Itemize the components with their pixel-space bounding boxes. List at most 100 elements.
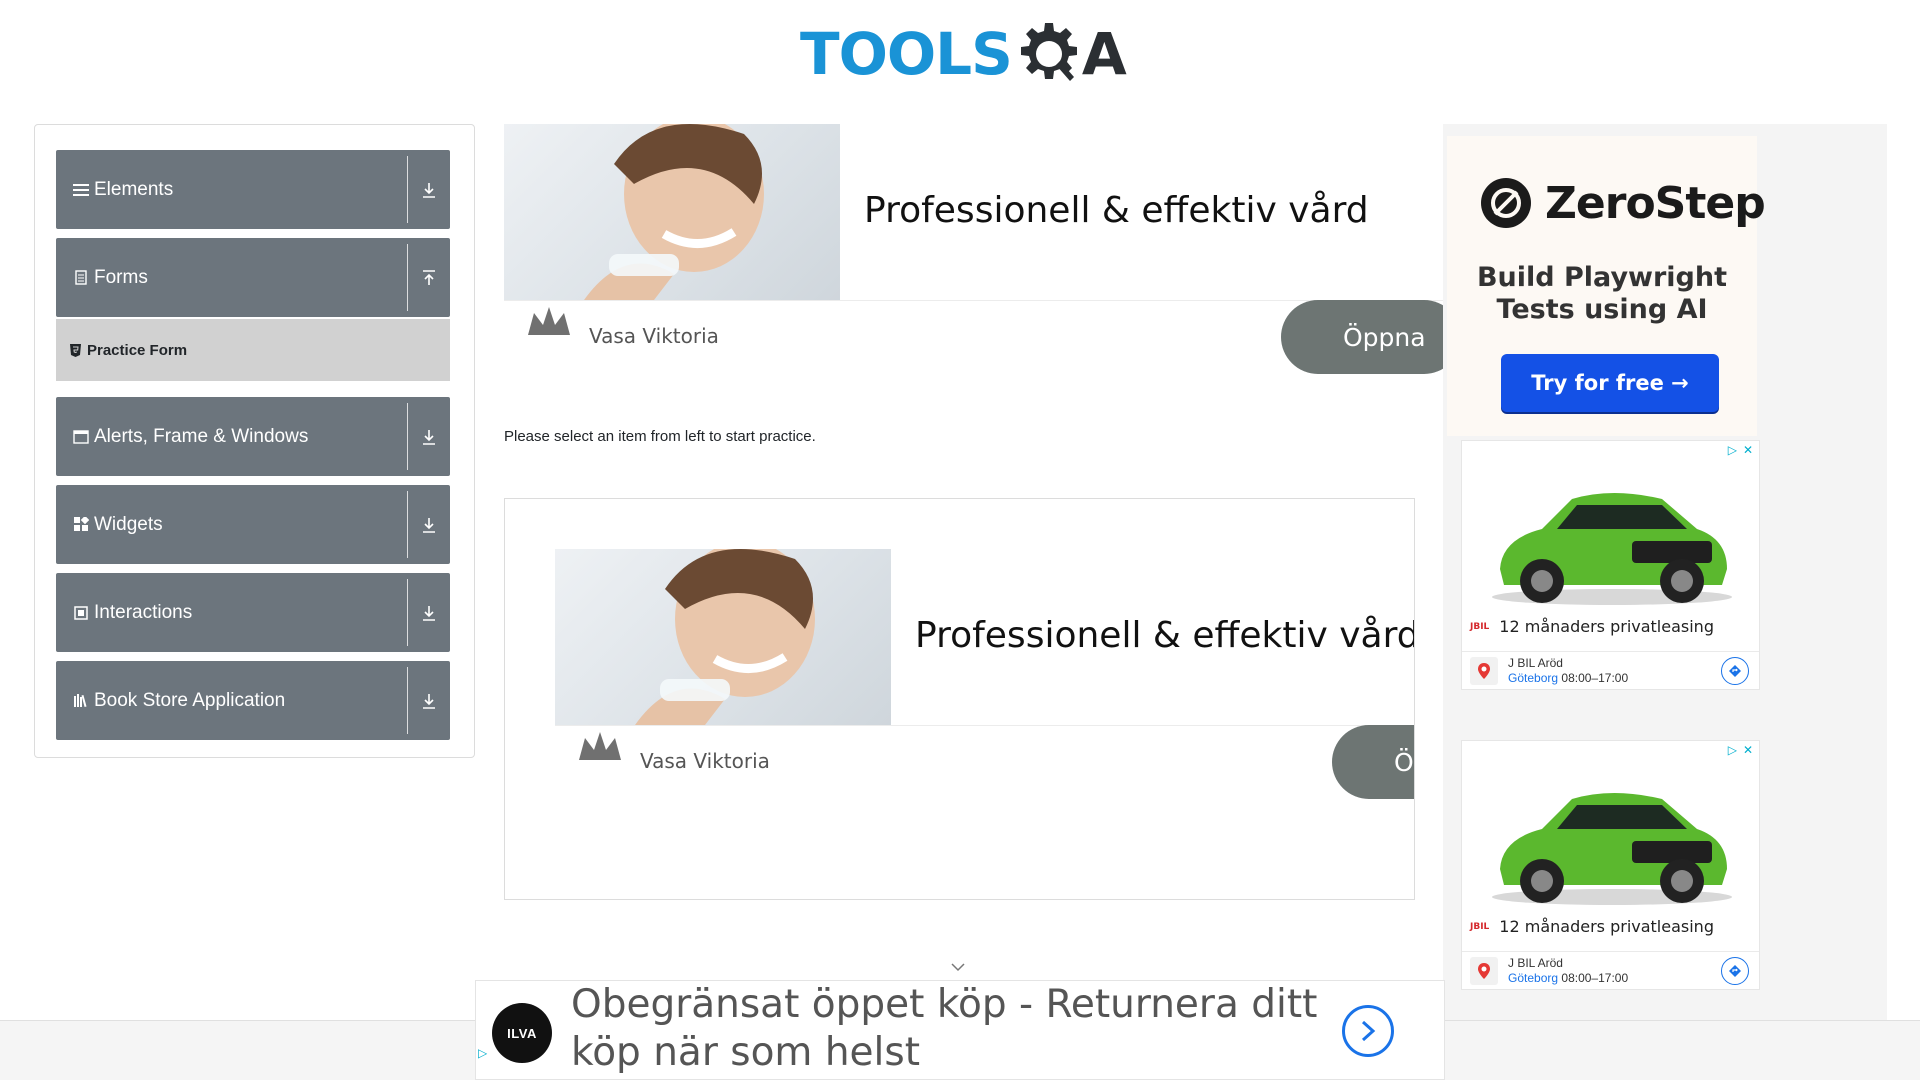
car-image xyxy=(1492,793,1732,905)
car-promo: JBIL 12 månaders privatleasing xyxy=(1470,617,1714,636)
map-pin-icon xyxy=(1470,656,1498,685)
promo-text: 12 månaders privatleasing xyxy=(1499,917,1714,936)
open-button[interactable]: Öppna xyxy=(1332,725,1414,799)
download-arrow-icon[interactable] xyxy=(408,429,450,445)
menu-item-practice-form[interactable]: Practice Form xyxy=(56,319,450,381)
ad-title: Professionell & effektiv vård xyxy=(864,190,1369,231)
promo-text: 12 månaders privatleasing xyxy=(1499,617,1714,636)
divider xyxy=(407,491,408,558)
ad-photo xyxy=(504,124,840,300)
adchoices-mini[interactable]: ▷ xyxy=(478,1046,487,1060)
left-panel-menu: Elements Forms Practice Form Alerts, Fra… xyxy=(34,124,475,758)
dealer-city: Göteborg xyxy=(1508,670,1559,685)
ad-choices[interactable]: ▷ ✕ xyxy=(1728,443,1753,457)
group-book-store-application[interactable]: Book Store Application xyxy=(56,661,450,740)
ad-banner-2[interactable]: Professionell & effektiv vård Vasa Vikto… xyxy=(555,549,1415,799)
zerostep-tagline: Build Playwright Tests using AI xyxy=(1447,262,1757,326)
bottom-sticky-ad[interactable]: ILVA Obegränsat öppet köp - Returnera di… xyxy=(475,980,1445,1080)
ilva-logo: ILVA xyxy=(492,1003,552,1063)
window-icon xyxy=(72,428,90,446)
download-arrow-icon[interactable] xyxy=(408,693,450,709)
dealer-name: J BIL Aröd xyxy=(1508,955,1563,970)
adchoices-icon[interactable]: ▷ xyxy=(478,1046,487,1060)
bottom-ad-text: Obegränsat öppet köp - Returnera ditt kö… xyxy=(571,982,1318,1075)
dealer-hours: 08:00–17:00 xyxy=(1561,670,1629,685)
download-arrow-icon[interactable] xyxy=(408,517,450,533)
dealer-info: J BIL Aröd Göteborg 08:00–17:00 xyxy=(1508,656,1721,686)
car-image xyxy=(1492,493,1732,605)
group-widgets[interactable]: Widgets xyxy=(56,485,450,564)
dealer-name: J BIL Aröd xyxy=(1508,655,1563,670)
close-icon[interactable]: ✕ xyxy=(1743,443,1753,457)
dealer-location[interactable]: J BIL Aröd Göteborg 08:00–17:00 xyxy=(1462,951,1759,989)
zerostep-ad[interactable]: ZeroStep Build Playwright Tests using AI… xyxy=(1447,136,1766,436)
directions-icon[interactable] xyxy=(1721,956,1749,985)
tagline-line-1: Build Playwright xyxy=(1476,262,1728,293)
ad-title: Professionell & effektiv vård xyxy=(915,615,1415,656)
directions-icon[interactable] xyxy=(1721,656,1749,685)
dealer-info: J BIL Aröd Göteborg 08:00–17:00 xyxy=(1508,956,1721,986)
html5-icon xyxy=(70,343,81,357)
group-alerts-frame-windows[interactable]: Alerts, Frame & Windows xyxy=(56,397,450,476)
gear-q-icon xyxy=(1020,23,1077,81)
chevron-down-icon[interactable] xyxy=(950,962,966,972)
zerostep-logo-icon xyxy=(1481,178,1531,228)
menu-icon xyxy=(72,181,90,199)
divider xyxy=(504,300,1444,301)
divider xyxy=(407,579,408,646)
car-promo: JBIL 12 månaders privatleasing xyxy=(1470,917,1714,936)
divider xyxy=(407,244,408,311)
jbil-logo: JBIL xyxy=(1470,921,1490,932)
group-forms[interactable]: Forms xyxy=(56,238,450,317)
toolsqa-logo[interactable]: TOOLS A xyxy=(800,14,1127,94)
open-button[interactable]: Öppna xyxy=(1281,300,1444,374)
ad-brand: Vasa Viktoria xyxy=(589,324,719,348)
divider xyxy=(555,725,1414,726)
chevron-right-icon[interactable] xyxy=(1342,1005,1394,1057)
crown-icon xyxy=(528,307,570,335)
group-label: Book Store Application xyxy=(94,689,286,711)
widgets-icon xyxy=(72,516,90,534)
ad-banner-1[interactable]: Professionell & effektiv vård Vasa Vikto… xyxy=(504,124,1444,374)
ad-container-2: Professionell & effektiv vård Vasa Vikto… xyxy=(504,498,1415,900)
download-arrow-icon[interactable] xyxy=(408,605,450,621)
car-ad-2[interactable]: ▷ ✕ JBIL 12 månaders privatleasing J BIL… xyxy=(1461,740,1760,990)
menu-item-label: Practice Form xyxy=(87,341,188,359)
logo-a-text: A xyxy=(1081,20,1127,88)
logo-tools-text: TOOLS xyxy=(800,20,1013,88)
group-label: Widgets xyxy=(94,513,163,535)
group-label: Alerts, Frame & Windows xyxy=(94,425,309,447)
group-label: Interactions xyxy=(94,601,193,623)
dealer-city: Göteborg xyxy=(1508,970,1559,985)
dealer-location[interactable]: J BIL Aröd Göteborg 08:00–17:00 xyxy=(1462,651,1759,689)
group-label: Elements xyxy=(94,178,174,200)
adchoices-icon[interactable]: ▷ xyxy=(1728,743,1737,757)
adchoices-icon[interactable]: ▷ xyxy=(1728,443,1737,457)
divider xyxy=(407,667,408,734)
ad-brand: Vasa Viktoria xyxy=(640,749,770,773)
tagline-line-2: Tests using AI xyxy=(1496,294,1708,325)
zerostep-brand-text: ZeroStep xyxy=(1545,177,1766,229)
divider xyxy=(407,156,408,223)
crown-icon xyxy=(579,732,621,760)
group-elements[interactable]: Elements xyxy=(56,150,450,229)
upload-arrow-icon[interactable] xyxy=(408,269,450,286)
download-arrow-icon[interactable] xyxy=(408,182,450,198)
zerostep-brand: ZeroStep xyxy=(1479,176,1766,230)
car-ad-1[interactable]: ▷ ✕ JBIL 12 månaders privatleasing J BIL… xyxy=(1461,440,1760,690)
ad-photo xyxy=(555,549,891,725)
try-for-free-button[interactable]: Try for free → xyxy=(1501,354,1719,412)
close-icon[interactable]: ✕ xyxy=(1743,743,1753,757)
jbil-logo: JBIL xyxy=(1470,621,1490,632)
logo-qa: A xyxy=(1016,21,1127,87)
map-pin-icon xyxy=(1470,956,1498,985)
group-interactions[interactable]: Interactions xyxy=(56,573,450,652)
books-icon xyxy=(72,692,90,710)
group-label: Forms xyxy=(94,266,148,288)
document-icon xyxy=(72,269,90,287)
practice-hint-text: Please select an item from left to start… xyxy=(504,428,816,445)
interactions-icon xyxy=(72,604,90,622)
dealer-hours: 08:00–17:00 xyxy=(1561,970,1629,985)
divider xyxy=(407,403,408,470)
ad-choices[interactable]: ▷ ✕ xyxy=(1728,743,1753,757)
